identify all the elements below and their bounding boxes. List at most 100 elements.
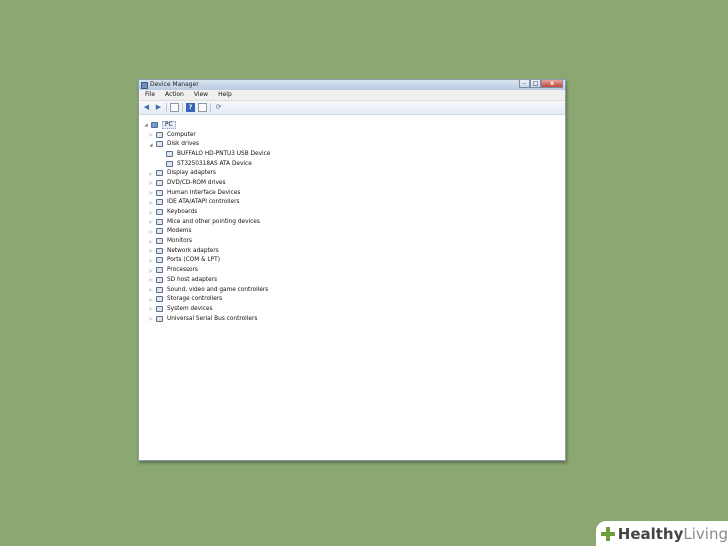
expand-icon[interactable]: ▷ <box>148 316 154 321</box>
device-manager-icon <box>141 81 148 89</box>
keyboard-icon <box>156 209 163 216</box>
expand-icon[interactable]: ▷ <box>148 200 154 205</box>
modem-icon <box>156 228 163 235</box>
tree-item[interactable]: ▷ DVD/CD-ROM drives <box>143 178 563 188</box>
usb-icon <box>156 315 163 322</box>
tree-item[interactable]: ▷ Storage controllers <box>143 294 563 304</box>
tree-item[interactable]: ▷ Processors <box>143 265 563 275</box>
tree-item[interactable]: ▷ SD host adapters <box>143 275 563 285</box>
tree-item[interactable]: ST3250318AS ATA Device <box>143 159 563 169</box>
tree-item[interactable]: ▷ Universal Serial Bus controllers <box>143 314 563 324</box>
tree-item[interactable]: ▷ Modems <box>143 227 563 237</box>
mouse-icon <box>156 218 163 225</box>
tree-item-label: Processors <box>167 267 198 274</box>
menu-bar: File Action View Help <box>139 90 565 101</box>
expand-icon[interactable]: ▷ <box>148 190 154 195</box>
storage-controller-icon <box>156 296 163 303</box>
sound-icon <box>156 286 163 293</box>
system-device-icon <box>156 305 163 312</box>
expand-icon[interactable]: ▷ <box>148 297 154 302</box>
tree-item-label: Universal Serial Bus controllers <box>167 315 258 322</box>
tree-item-label: Human Interface Devices <box>167 189 241 196</box>
tree-item-label: Computer <box>167 131 196 138</box>
ide-controller-icon <box>156 199 163 206</box>
properties-window-icon[interactable] <box>170 103 179 112</box>
monitor-icon <box>156 238 163 245</box>
tree-root[interactable]: ◢ PC <box>143 120 563 130</box>
tree-item[interactable]: ◢ Disk drives <box>143 139 563 149</box>
expand-icon[interactable]: ▷ <box>148 171 154 176</box>
tree-item-label: Network adapters <box>167 247 219 254</box>
tree-item[interactable]: ▷ Computer <box>143 130 563 140</box>
tree-item-label: SD host adapters <box>167 276 218 283</box>
toolbar: ◀ ▶ ? ⟳ <box>139 101 565 115</box>
tree-item-label: BUFFALO HD-PNTU3 USB Device <box>177 150 271 157</box>
hid-icon <box>156 189 163 196</box>
disk-drive-icon <box>156 141 163 148</box>
network-adapter-icon <box>156 247 163 254</box>
collapse-icon[interactable]: ◢ <box>148 142 154 147</box>
disk-icon <box>166 150 173 157</box>
tree-item-label: Mice and other pointing devices <box>167 218 260 225</box>
menu-action[interactable]: Action <box>165 90 184 100</box>
window-title: Device Manager <box>150 81 199 88</box>
tree-item-label: IDE ATA/ATAPI controllers <box>167 199 240 206</box>
tree-item-label: Disk drives <box>167 141 199 148</box>
tree-item[interactable]: ▷ IDE ATA/ATAPI controllers <box>143 198 563 208</box>
menu-file[interactable]: File <box>145 90 155 100</box>
healthy-living-watermark: HealthyLiving <box>596 521 728 546</box>
tree-item-label: ST3250318AS ATA Device <box>177 160 252 167</box>
tree-item-label: Display adapters <box>167 170 216 177</box>
title-bar[interactable]: Device Manager - □ x <box>139 80 565 90</box>
tree-item[interactable]: ▷ Mice and other pointing devices <box>143 217 563 227</box>
tree-item[interactable]: ▷ Human Interface Devices <box>143 188 563 198</box>
watermark-text: HealthyLiving <box>617 524 728 543</box>
expand-icon[interactable]: ▷ <box>148 219 154 224</box>
close-button[interactable]: x <box>541 80 563 88</box>
help-icon[interactable]: ? <box>186 103 195 112</box>
expand-icon[interactable]: ▷ <box>148 132 154 137</box>
expand-icon[interactable]: ▷ <box>148 229 154 234</box>
toolbar-separator <box>182 103 183 112</box>
collapse-icon[interactable]: ◢ <box>143 122 149 127</box>
toolbar-separator <box>166 103 167 112</box>
expand-icon[interactable]: ▷ <box>148 248 154 253</box>
tree-item-label: Sound, video and game controllers <box>167 286 269 293</box>
computer-icon <box>156 131 163 138</box>
expand-icon[interactable]: ▷ <box>148 210 154 215</box>
tree-item[interactable]: ▷ Ports (COM & LPT) <box>143 256 563 266</box>
expand-icon[interactable]: ▷ <box>148 258 154 263</box>
expand-icon[interactable]: ▷ <box>148 287 154 292</box>
tree-item-label: Monitors <box>167 238 193 245</box>
tree-item[interactable]: ▷ Keyboards <box>143 207 563 217</box>
tree-item[interactable]: ▷ Display adapters <box>143 168 563 178</box>
tree-item-label: DVD/CD-ROM drives <box>167 179 226 186</box>
tree-item[interactable]: ▷ Sound, video and game controllers <box>143 285 563 295</box>
menu-help[interactable]: Help <box>218 90 232 100</box>
menu-view[interactable]: View <box>194 90 208 100</box>
tree-item[interactable]: BUFFALO HD-PNTU3 USB Device <box>143 149 563 159</box>
tree-item-label: Keyboards <box>167 209 198 216</box>
maximize-button[interactable]: □ <box>530 80 541 88</box>
tree-item-label: System devices <box>167 305 213 312</box>
expand-icon[interactable]: ▷ <box>148 180 154 185</box>
processor-icon <box>156 267 163 274</box>
tree-item-label: Ports (COM & LPT) <box>167 257 220 264</box>
tree-item[interactable]: ▷ Network adapters <box>143 246 563 256</box>
expand-icon[interactable]: ▷ <box>148 239 154 244</box>
show-hidden-icon[interactable] <box>198 103 207 112</box>
device-tree: ◢ PC ▷ Computer ◢ Disk drives BUFFALO HD-PNT… <box>143 120 563 323</box>
minimize-button[interactable]: - <box>519 80 530 88</box>
dvd-drive-icon <box>156 179 163 186</box>
tree-root-label: PC <box>162 120 176 129</box>
forward-arrow-icon[interactable]: ▶ <box>154 103 163 112</box>
expand-icon[interactable]: ▷ <box>148 268 154 273</box>
tree-item[interactable]: ▷ Monitors <box>143 236 563 246</box>
toolbar-separator <box>210 103 211 112</box>
expand-icon[interactable]: ▷ <box>148 277 154 282</box>
tree-item[interactable]: ▷ System devices <box>143 304 563 314</box>
expand-icon[interactable]: ▷ <box>148 306 154 311</box>
device-manager-window: Device Manager - □ x File Action View He… <box>138 79 566 461</box>
scan-hardware-icon[interactable]: ⟳ <box>214 103 223 112</box>
back-arrow-icon[interactable]: ◀ <box>142 103 151 112</box>
